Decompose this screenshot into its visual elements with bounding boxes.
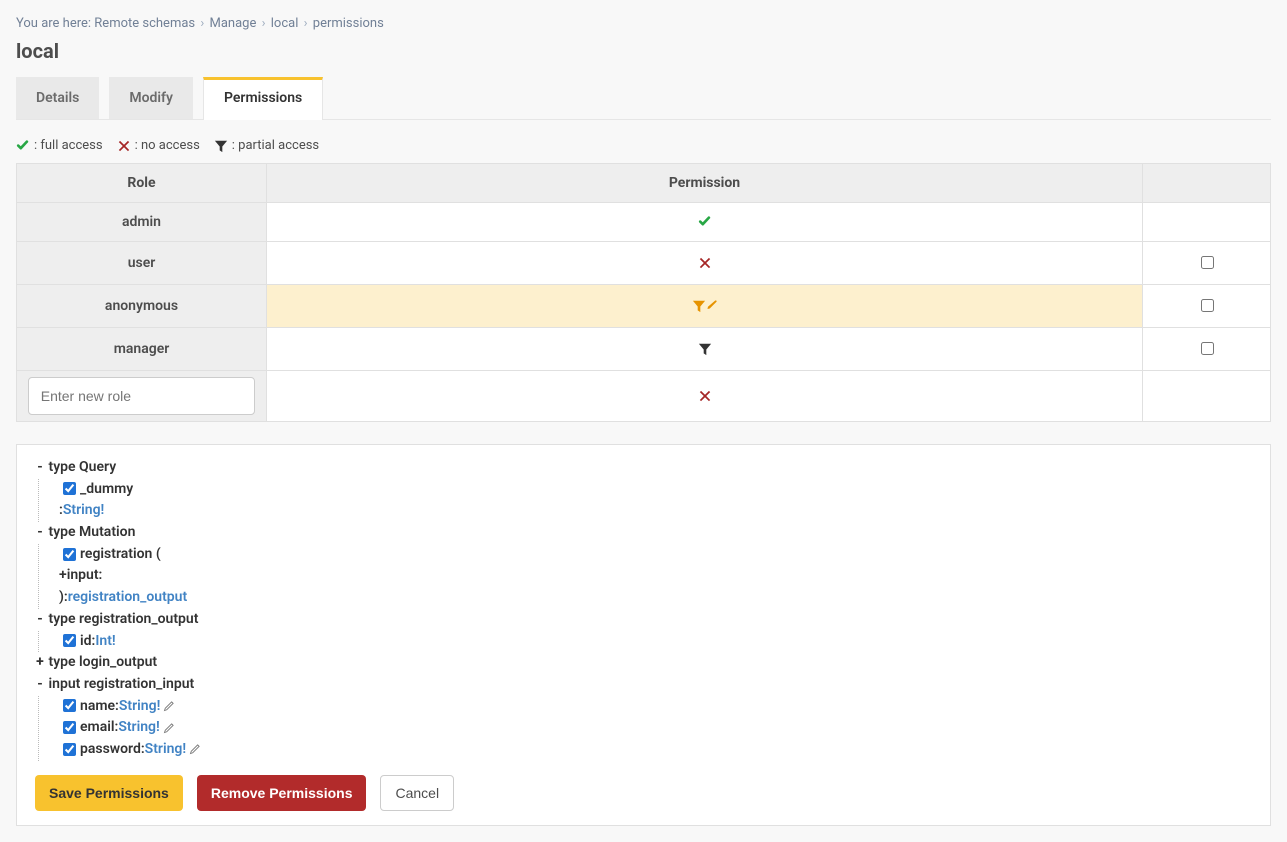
- tree-field: email:String!: [59, 717, 1252, 739]
- perm-anonymous[interactable]: [267, 285, 1143, 328]
- crumb-remote-schemas[interactable]: Remote schemas: [94, 16, 195, 31]
- tree-node: - type registration_output: [35, 609, 1252, 631]
- tree-field: registration (: [59, 544, 1252, 566]
- filter-icon: [698, 341, 712, 357]
- field-checkbox[interactable]: [63, 634, 76, 647]
- tree-field: name:String!: [59, 696, 1252, 718]
- new-role-input[interactable]: [28, 377, 256, 415]
- tree-field: _dummy: [59, 479, 1252, 501]
- field-checkbox[interactable]: [63, 721, 76, 734]
- permissions-table: Role Permission admin user anonymous man…: [16, 163, 1271, 422]
- tree-node: + type login_output: [35, 652, 1252, 674]
- tree-node: - input registration_input: [35, 674, 1252, 696]
- field-checkbox[interactable]: [63, 482, 76, 495]
- role-manager: manager: [17, 328, 267, 371]
- tree-field: +input:: [59, 565, 1252, 587]
- edit-preset-icon[interactable]: [160, 719, 175, 735]
- col-role: Role: [17, 164, 267, 203]
- crumb-permissions: permissions: [313, 16, 384, 31]
- perm-admin[interactable]: [267, 203, 1143, 242]
- cross-icon: [117, 138, 131, 153]
- role-user: user: [17, 242, 267, 285]
- tab-modify[interactable]: Modify: [109, 77, 193, 119]
- perm-manager[interactable]: [267, 328, 1143, 371]
- tab-permissions[interactable]: Permissions: [203, 77, 323, 120]
- legend: : full access : no access : partial acce…: [16, 138, 1271, 153]
- cross-icon: [698, 388, 712, 404]
- pencil-icon: [706, 298, 718, 314]
- table-row: admin: [17, 203, 1271, 242]
- filter-icon: [692, 298, 706, 314]
- tree-node: - type Mutation: [35, 522, 1252, 544]
- edit-preset-icon[interactable]: [160, 698, 175, 714]
- cross-icon: [698, 255, 712, 271]
- tree-field: :String!: [59, 500, 1252, 522]
- role-anonymous: anonymous: [17, 285, 267, 328]
- tree-field: id:Int!: [59, 631, 1252, 653]
- edit-preset-icon[interactable]: [186, 741, 201, 757]
- col-permission: Permission: [267, 164, 1143, 203]
- page-title: local: [16, 39, 1271, 63]
- row-checkbox-manager[interactable]: [1201, 342, 1214, 355]
- table-row: anonymous: [17, 285, 1271, 328]
- perm-new[interactable]: [267, 371, 1143, 422]
- check-icon: [698, 214, 712, 230]
- table-row: user: [17, 242, 1271, 285]
- tree-node: - type Query: [35, 457, 1252, 479]
- check-icon: [16, 138, 30, 153]
- col-select: [1143, 164, 1271, 203]
- tree-field: ):registration_output: [59, 587, 1252, 609]
- perm-user[interactable]: [267, 242, 1143, 285]
- tree-field: password:String!: [59, 739, 1252, 761]
- cancel-button[interactable]: Cancel: [380, 775, 454, 811]
- tree-toggle[interactable]: -: [35, 457, 45, 479]
- save-permissions-button[interactable]: Save Permissions: [35, 775, 183, 811]
- field-checkbox[interactable]: [63, 743, 76, 756]
- row-checkbox-user[interactable]: [1201, 256, 1214, 269]
- tree-toggle[interactable]: -: [35, 522, 45, 544]
- tree-toggle[interactable]: +: [35, 652, 45, 674]
- table-row: [17, 371, 1271, 422]
- tree-toggle[interactable]: -: [35, 674, 45, 696]
- breadcrumb: You are here: Remote schemas › Manage › …: [16, 16, 1271, 31]
- filter-icon: [214, 138, 228, 153]
- field-checkbox[interactable]: [63, 548, 76, 561]
- crumb-manage[interactable]: Manage: [210, 16, 257, 31]
- tab-details[interactable]: Details: [16, 77, 99, 119]
- row-checkbox-anonymous[interactable]: [1201, 299, 1214, 312]
- role-admin: admin: [17, 203, 267, 242]
- tabs: Details Modify Permissions: [16, 77, 1271, 120]
- schema-permissions-panel: - type Query_dummy:String!- type Mutatio…: [16, 444, 1271, 826]
- breadcrumb-prefix: You are here:: [16, 16, 91, 31]
- field-checkbox[interactable]: [63, 699, 76, 712]
- table-row: manager: [17, 328, 1271, 371]
- tree-toggle[interactable]: -: [35, 609, 45, 631]
- remove-permissions-button[interactable]: Remove Permissions: [197, 775, 367, 811]
- crumb-local[interactable]: local: [271, 16, 299, 31]
